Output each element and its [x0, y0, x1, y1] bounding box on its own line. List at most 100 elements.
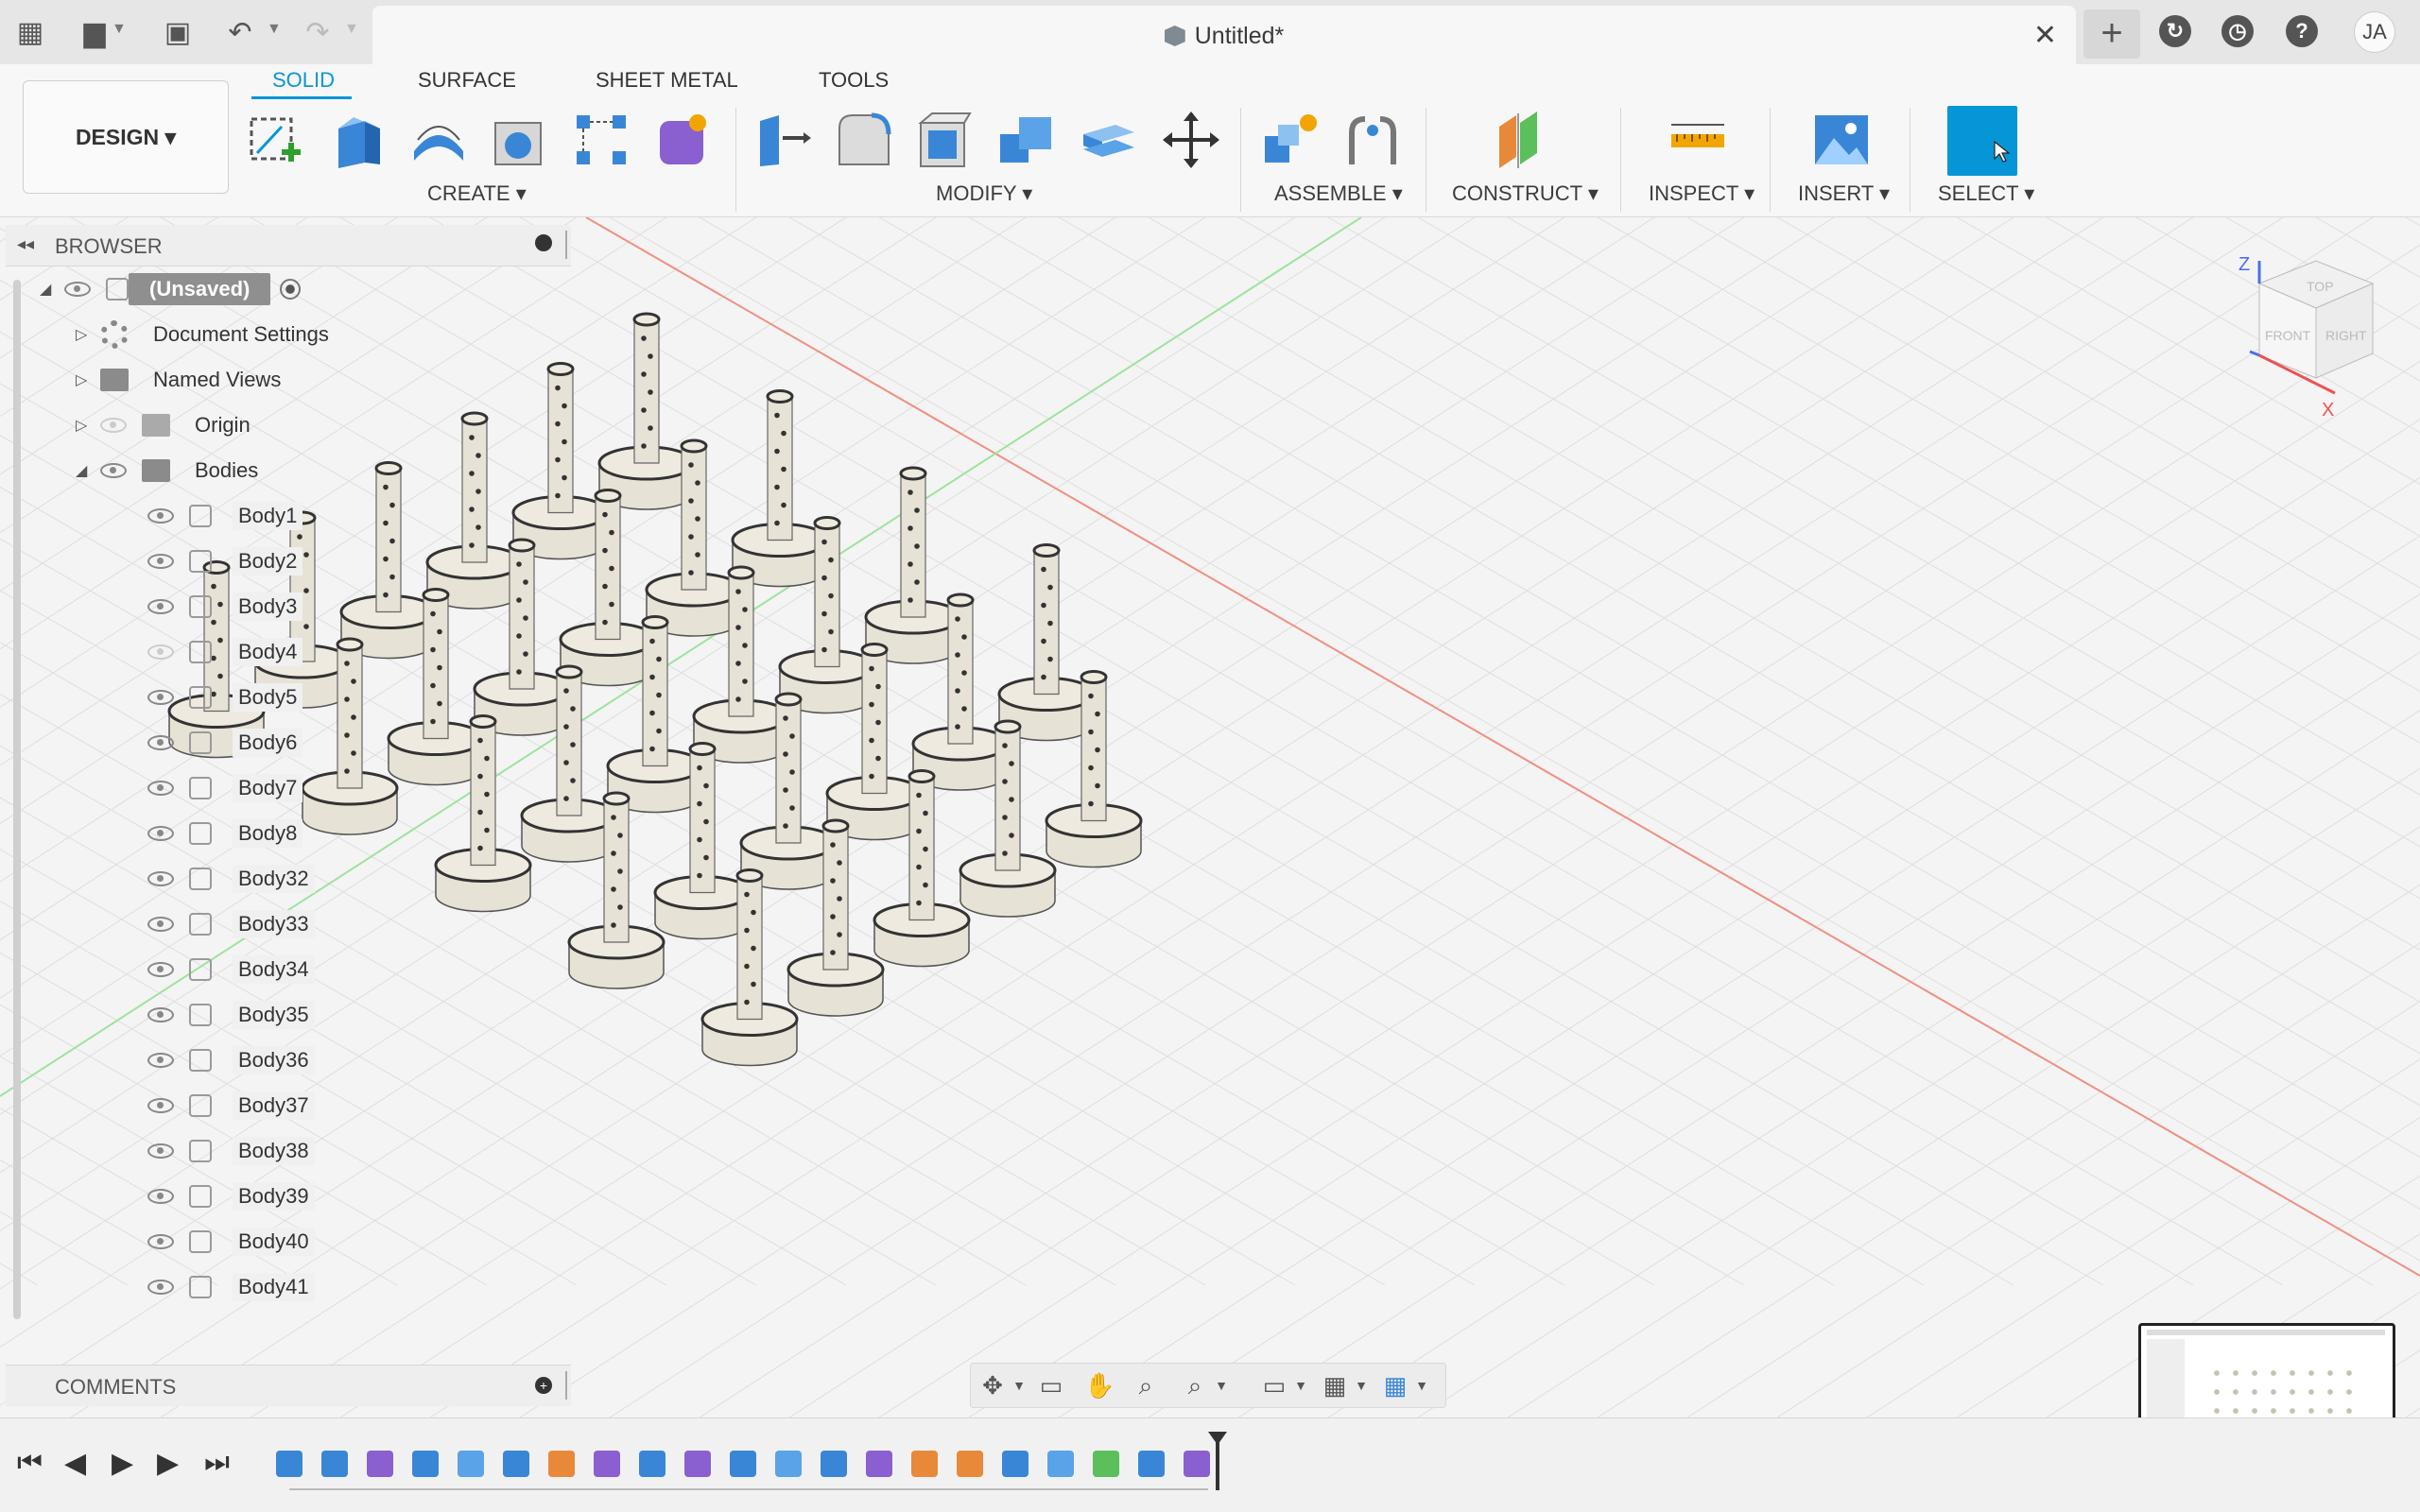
new-component-icon[interactable]	[1261, 110, 1322, 170]
timeline-feature-icon[interactable]	[594, 1451, 620, 1477]
measure-icon[interactable]	[1668, 110, 1728, 170]
hidden-eye-icon[interactable]	[147, 644, 174, 660]
visibility-eye-icon[interactable]	[147, 599, 174, 614]
visibility-eye-icon[interactable]	[147, 1007, 174, 1022]
new-tab-button[interactable]: +	[2083, 9, 2140, 59]
tree-item-body[interactable]: Body34	[147, 951, 315, 988]
timeline-feature-icon[interactable]	[639, 1451, 666, 1477]
tree-item-body[interactable]: Body38	[147, 1132, 315, 1170]
visibility-eye-icon[interactable]	[147, 1280, 174, 1295]
timeline-next-icon[interactable]: ▶	[157, 1447, 179, 1480]
select-group-menu[interactable]: SELECT ▾	[1938, 181, 2034, 206]
pedestal-body[interactable]	[864, 466, 962, 664]
visibility-eye-icon[interactable]	[147, 1098, 174, 1113]
orbit-caret-icon[interactable]: ▼	[1005, 1371, 1033, 1400]
tab-sheet-metal[interactable]: SHEET METAL	[596, 68, 738, 93]
viewports-caret-icon[interactable]: ▼	[1408, 1371, 1436, 1400]
expand-triangle-icon[interactable]: ▷	[76, 416, 100, 435]
timeline-feature-icon[interactable]	[866, 1451, 892, 1477]
help-icon[interactable]: ?	[2286, 15, 2318, 47]
document-tab[interactable]: Untitled* ✕	[372, 6, 2076, 64]
close-tab-icon[interactable]: ✕	[2033, 19, 2057, 52]
combine-icon[interactable]	[996, 110, 1057, 170]
offset-plane-icon[interactable]	[1494, 110, 1554, 170]
tree-item-named-views[interactable]: ▷ Named Views	[76, 361, 281, 399]
view-cube[interactable]: TOP FRONT RIGHT Z X	[2238, 254, 2375, 421]
timeline-feature-icon[interactable]	[1093, 1451, 1119, 1477]
hole-icon[interactable]	[490, 110, 550, 170]
shell-icon[interactable]	[915, 110, 976, 170]
visibility-eye-icon[interactable]	[147, 690, 174, 705]
activate-radio-icon[interactable]	[280, 279, 302, 300]
timeline-feature-icon[interactable]	[367, 1451, 393, 1477]
workspace-switcher-button[interactable]: DESIGN ▾	[23, 80, 229, 194]
tree-item-body[interactable]: Body39	[147, 1177, 315, 1215]
tree-item-body[interactable]: Body8	[147, 815, 303, 852]
timeline-marker[interactable]	[1216, 1439, 1219, 1490]
move-copy-icon[interactable]	[1161, 110, 1221, 170]
tree-item-body[interactable]: Body7	[147, 769, 303, 807]
undo-icon[interactable]: ↶	[221, 13, 259, 51]
timeline-feature-icon[interactable]	[276, 1451, 302, 1477]
tree-item-body[interactable]: Body5	[147, 679, 303, 716]
tree-item-origin[interactable]: ▷ Origin	[76, 406, 251, 444]
create-group-menu[interactable]: CREATE ▾	[427, 181, 527, 206]
insert-image-icon[interactable]	[1811, 110, 1872, 170]
timeline-feature-icon[interactable]	[548, 1451, 575, 1477]
browser-pin-handle[interactable]	[565, 231, 567, 259]
tree-item-body[interactable]: Body41	[147, 1268, 315, 1306]
timeline-feature-icon[interactable]	[412, 1451, 439, 1477]
grid-settings-icon[interactable]: ▦	[1321, 1371, 1349, 1400]
timeline-last-icon[interactable]: ⏭	[204, 1447, 230, 1479]
pan-hand-icon[interactable]: ✋	[1084, 1371, 1115, 1400]
timeline-feature-icon[interactable]	[730, 1451, 756, 1477]
press-pull-icon[interactable]	[752, 110, 813, 170]
timeline-feature-icon[interactable]	[503, 1451, 529, 1477]
tree-root[interactable]: ◢ (Unsaved)	[40, 270, 302, 308]
orbit-move-icon[interactable]: ✥	[978, 1371, 1007, 1400]
root-component-label[interactable]: (Unsaved)	[129, 273, 271, 305]
expand-triangle-icon[interactable]: ▷	[76, 370, 100, 389]
visibility-eye-icon[interactable]	[147, 735, 174, 750]
assemble-group-menu[interactable]: ASSEMBLE ▾	[1274, 181, 1403, 206]
grid-caret-icon[interactable]: ▼	[1347, 1371, 1375, 1400]
tree-item-body[interactable]: Body3	[147, 588, 303, 626]
timeline-feature-icon[interactable]	[321, 1451, 348, 1477]
tab-surface[interactable]: SURFACE	[418, 68, 516, 93]
user-avatar[interactable]: JA	[2354, 11, 2395, 53]
visibility-eye-icon[interactable]	[100, 463, 127, 478]
tree-item-document-settings[interactable]: ▷ Document Settings	[76, 316, 329, 353]
construct-group-menu[interactable]: CONSTRUCT ▾	[1452, 181, 1599, 206]
extrude-icon[interactable]	[327, 110, 388, 170]
pattern-icon[interactable]	[571, 110, 631, 170]
tree-item-body[interactable]: Body6	[147, 724, 303, 762]
file-icon[interactable]: ▆	[76, 13, 113, 51]
create-sketch-icon[interactable]	[244, 110, 304, 170]
visibility-eye-icon[interactable]	[147, 962, 174, 977]
visibility-eye-icon[interactable]	[147, 1189, 174, 1204]
visibility-eye-icon[interactable]	[147, 826, 174, 841]
collapse-browser-icon[interactable]: ◂◂	[17, 234, 34, 254]
timeline-feature-icon[interactable]	[957, 1451, 983, 1477]
timeline-feature-icon[interactable]	[458, 1451, 484, 1477]
visibility-eye-icon[interactable]	[147, 781, 174, 796]
visibility-eye-icon[interactable]	[64, 282, 91, 297]
fit-zoom-icon[interactable]: ⌕	[1181, 1371, 1209, 1400]
display-settings-icon[interactable]: ▭	[1260, 1371, 1288, 1400]
tree-item-body[interactable]: Body1	[147, 497, 303, 535]
visibility-eye-icon[interactable]	[147, 1234, 174, 1249]
create-form-icon[interactable]	[652, 110, 713, 170]
timeline-feature-icon[interactable]	[911, 1451, 938, 1477]
tab-solid[interactable]: SOLID	[272, 68, 335, 93]
timeline-feature-icon[interactable]	[1002, 1451, 1028, 1477]
comments-pin-handle[interactable]	[565, 1371, 567, 1400]
visibility-eye-icon[interactable]	[147, 554, 174, 569]
timeline-feature-icon[interactable]	[775, 1451, 802, 1477]
offset-face-icon[interactable]	[1078, 110, 1138, 170]
save-icon[interactable]: ▣	[159, 13, 197, 51]
timeline-prev-icon[interactable]: ◀	[64, 1447, 86, 1480]
job-status-icon[interactable]: ↻	[2159, 15, 2191, 47]
visibility-eye-icon[interactable]	[147, 1143, 174, 1159]
file-menu-caret-icon[interactable]: ▼	[112, 21, 127, 38]
pedestal-body[interactable]	[731, 389, 829, 588]
